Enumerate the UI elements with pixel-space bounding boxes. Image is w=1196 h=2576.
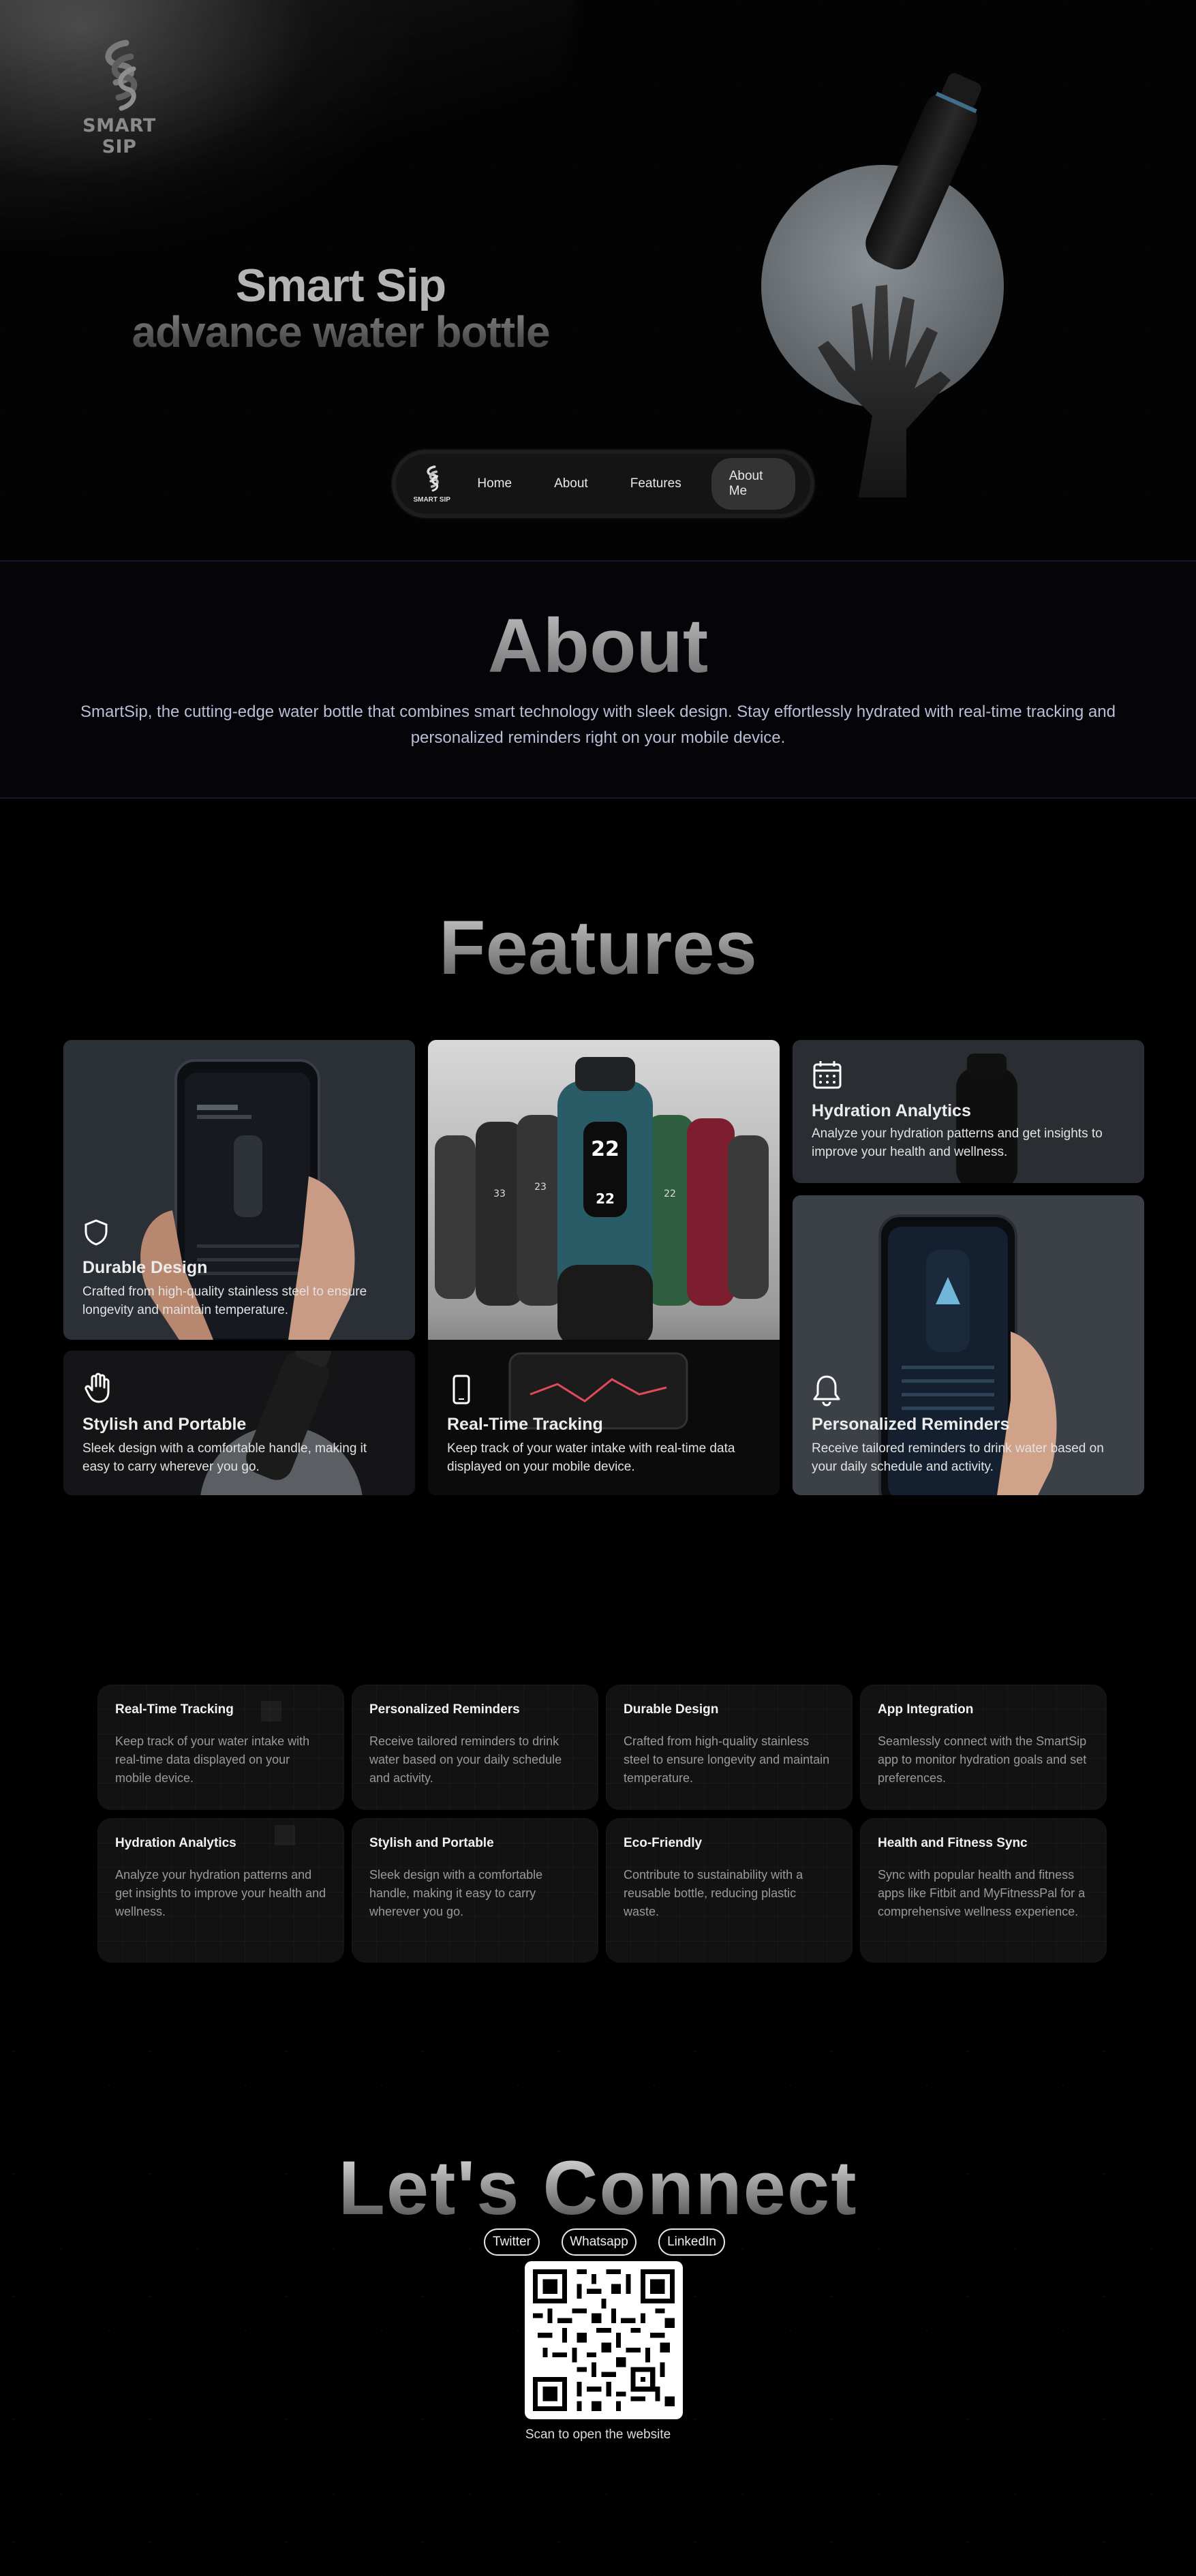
grid-tile-health-fitness-sync[interactable]: Health and Fitness Sync Sync with popula… [860,1818,1107,1963]
feature-card-description: Sleek design with a comfortable handle, … [82,1441,367,1474]
hero-subtitle: advance water bottle [102,307,579,357]
tile-title: App Integration [878,1702,974,1717]
tile-description: Crafted from high-quality stainless stee… [624,1734,830,1785]
nav-item-about-me[interactable]: About Me [711,458,795,510]
feature-card-title: Stylish and Portable [82,1415,247,1434]
tile-description: Analyze your hydration patterns and get … [115,1868,326,1918]
linkedin-link[interactable]: LinkedIn [658,2228,725,2256]
hero-heading: Smart Sip advance water bottle [102,259,579,357]
twitter-link[interactable]: Twitter [484,2228,540,2256]
feature-card-title: Hydration Analytics [812,1101,971,1120]
about-section: About SmartSip, the cutting-edge water b… [0,560,1196,799]
hero-bottle-hand-image [761,73,1004,497]
feature-card-description: Crafted from high-quality stainless stee… [82,1285,367,1317]
grid-tile-app-integration[interactable]: App Integration Seamlessly connect with … [860,1685,1107,1810]
qr-caption: Scan to open the website [525,2427,671,2442]
grid-tile-stylish-portable[interactable]: Stylish and Portable Sleek design with a… [352,1818,598,1963]
connect-title: Let's Connect [0,2150,1196,2226]
feature-card-description: Analyze your hydration patterns and get … [812,1126,1103,1159]
nav-logo-text: SMART SIP [413,495,450,504]
tile-description: Sync with popular health and fitness app… [878,1868,1086,1918]
bottle-screen-reading: 22 [596,1191,615,1207]
nav-item-about[interactable]: About [536,465,606,502]
grid-tile-hydration-analytics[interactable]: Hydration Analytics Analyze your hydrati… [97,1818,344,1963]
tile-title: Eco-Friendly [624,1836,703,1850]
qr-code-icon [533,2269,675,2411]
tile-decoration [275,1825,295,1845]
main-navigation: SMART SIP Home About Features About Me [392,450,814,518]
tile-description: Contribute to sustainability with a reus… [624,1868,803,1918]
grid-tile-personalized-reminders[interactable]: Personalized Reminders Receive tailored … [352,1685,598,1810]
feature-card-title: Durable Design [82,1258,208,1277]
tile-title: Health and Fitness Sync [878,1836,1028,1850]
feature-card-description: Keep track of your water intake with rea… [447,1441,735,1474]
tile-description: Sleek design with a comfortable handle, … [369,1868,543,1918]
feature-card-real-time-tracking[interactable]: 22 22 33 23 22 Real-Time Tracking Keep t… [428,1040,780,1495]
brand-logo[interactable]: SMART SIP [68,37,170,157]
tile-title: Real-Time Tracking [115,1702,234,1717]
qr-code[interactable] [525,2261,683,2419]
bottle-screen-reading: 23 [534,1182,547,1193]
grid-tile-eco-friendly[interactable]: Eco-Friendly Contribute to sustainabilit… [606,1818,853,1963]
feature-card-description: Receive tailored reminders to drink wate… [812,1441,1104,1474]
bell-icon [813,1375,840,1407]
feature-card-hydration-analytics[interactable]: Hydration Analytics Analyze your hydrati… [793,1040,1144,1183]
tile-description: Keep track of your water intake with rea… [115,1734,310,1785]
smart-sip-logo-icon [427,465,439,491]
grid-tile-durable-design[interactable]: Durable Design Crafted from high-quality… [606,1685,853,1810]
feature-card-durable-design[interactable]: Durable Design Crafted from high-quality… [63,1040,415,1340]
tile-title: Stylish and Portable [369,1836,494,1850]
hero-title: Smart Sip [235,260,446,311]
feature-card-title: Real-Time Tracking [447,1415,603,1434]
bottle-screen-reading: 22 [591,1137,619,1161]
smart-sip-logo-icon [105,40,138,111]
shield-icon [85,1219,108,1246]
grid-tile-real-time-tracking[interactable]: Real-Time Tracking Keep track of your wa… [97,1685,344,1810]
bottle-screen-reading: 33 [493,1189,506,1199]
nav-logo[interactable]: SMART SIP [411,465,453,504]
hand-icon [85,1373,110,1403]
feature-card-personalized-reminders[interactable]: Personalized Reminders Receive tailored … [793,1195,1144,1495]
logo-text: SMART SIP [82,115,156,157]
about-description: SmartSip, the cutting-edge water bottle … [80,703,1116,747]
features-title: Features [0,910,1196,986]
tile-title: Personalized Reminders [369,1702,520,1717]
tile-decoration [261,1701,281,1721]
calendar-icon [813,1061,842,1089]
smartphone-icon [453,1375,470,1405]
tile-description: Receive tailored reminders to drink wate… [369,1734,562,1785]
nav-item-home[interactable]: Home [459,465,530,502]
nav-item-features[interactable]: Features [613,465,699,502]
feature-card-title: Personalized Reminders [812,1415,1010,1434]
tile-description: Seamlessly connect with the SmartSip app… [878,1734,1087,1785]
bottle-screen-reading: 22 [664,1189,676,1199]
tile-title: Durable Design [624,1702,719,1717]
whatsapp-link[interactable]: Whatsapp [562,2228,637,2256]
feature-card-stylish-portable[interactable]: Stylish and Portable Sleek design with a… [63,1351,415,1495]
about-title: About [0,608,1196,684]
